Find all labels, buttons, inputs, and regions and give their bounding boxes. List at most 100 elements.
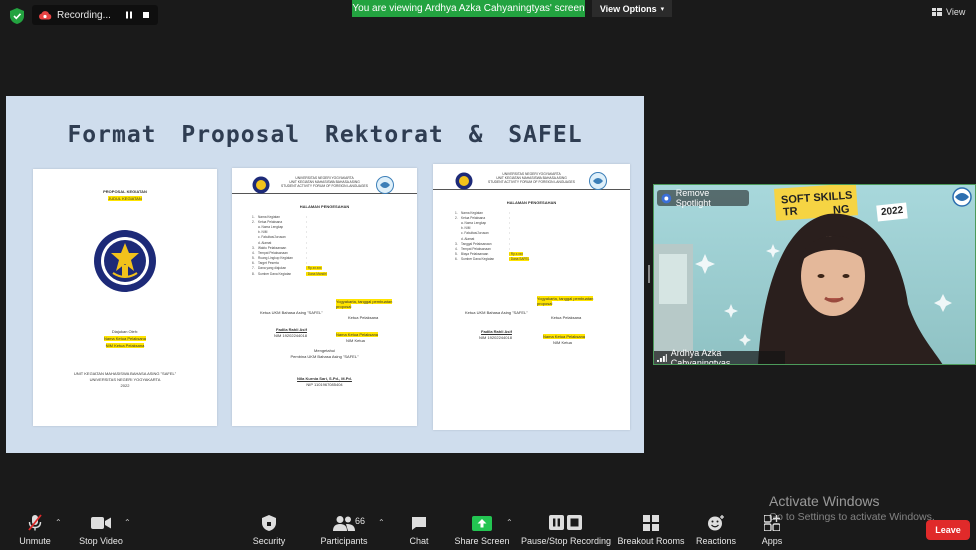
field-row: 7. Dana yang diajukan: Rp.xx.xxx [252, 266, 327, 271]
approval-sig2-nim: NIM Ketua [346, 338, 365, 343]
approval-ketua-ukm: Ketua UKM Bahasa Asing "SAFEL" [465, 310, 528, 315]
share-options-chevron-icon[interactable]: ⌃ [506, 518, 513, 527]
approval-place-date-wrap: Yogyakarta, tanggal pembuatan proposal [537, 296, 601, 307]
approval-field-list: 1. Nama Kegiatan:2. Ketua Pelaksana: a. Nam… [455, 210, 530, 262]
approval-place-date: Yogyakarta, tanggal pembuatan proposal [537, 296, 594, 307]
approval-sig2-wrap: Nama Ketua Pelaksana [336, 332, 379, 337]
field-label: c. Fakultas/Jurusan [258, 235, 286, 240]
field-value: : [306, 235, 307, 240]
participants-label: Participants [320, 536, 368, 546]
recording-label: Recording... [57, 9, 111, 21]
viewing-screen-banner: You are viewing Ardhya Azka Cahyaningtya… [352, 0, 585, 17]
view-options-button[interactable]: View Options ▾ [592, 0, 672, 17]
field-label: Nama Kegiatan [258, 214, 280, 219]
field-value: : [509, 246, 510, 251]
panel-resize-handle[interactable] [648, 265, 650, 283]
apps-button[interactable]: Apps [732, 514, 812, 546]
unmute-label: Unmute [19, 536, 51, 546]
pause-stop-recording-button[interactable]: Pause/Stop Recording [521, 514, 611, 546]
apps-label: Apps [761, 536, 783, 546]
approval-sig1-name: Fadila Rahli Asif [276, 327, 307, 332]
share-screen-label: Share Screen [454, 536, 510, 546]
field-label: d. Alamat [461, 236, 475, 241]
pause-stop-recording-label: Pause/Stop Recording [520, 536, 612, 546]
spotlight-video-tile[interactable]: SOFT SKILLS TR NG 2022 Remove Spotlight … [653, 184, 976, 365]
field-value: : [509, 226, 510, 231]
approval-sig2-nim: NIM Ketua [553, 340, 572, 345]
grid-view-icon [932, 8, 942, 16]
security-shield-icon[interactable] [10, 8, 24, 24]
field-label: Waktu Pelaksanaan [258, 245, 287, 250]
uny-logo-icon [94, 230, 156, 292]
participants-button[interactable]: Participants [304, 514, 384, 546]
remove-spotlight-button[interactable]: Remove Spotlight [657, 188, 749, 208]
slide-title: Format Proposal Rektorat & SAFEL [67, 122, 583, 148]
pause-recording-icon[interactable] [123, 9, 135, 21]
pause-stop-recording-icon [548, 514, 584, 532]
field-value: : [509, 210, 510, 215]
stop-video-label: Stop Video [79, 536, 123, 546]
field-value: : [306, 224, 307, 229]
approval-field-list: 1. Nama Kegiatan:2. Ketua Pelaksana: a. Nam… [252, 214, 327, 276]
shield-icon [257, 514, 281, 532]
approval-page-safel: UNIVERSITAS NEGERI YOGYAKARTA UNIT KEGIA… [433, 164, 630, 430]
microphone-muted-icon [23, 514, 47, 532]
security-button[interactable]: Security [229, 514, 309, 546]
field-label: c. Fakultas/Jurusan [461, 231, 489, 236]
approval-sig1-nim: NIM 19202244018 [274, 333, 307, 338]
video-banner-line2: TR [782, 205, 799, 219]
video-options-chevron-icon[interactable]: ⌃ [124, 518, 131, 527]
approval-sig2-name: Nama Ketua Pelaksana [543, 334, 586, 339]
approval-place-date-wrap: Yogyakarta, tanggal pembuatan proposal [336, 299, 396, 310]
field-label: Nama Kegiatan [461, 210, 483, 215]
field-value: : Rp.x.xxx [509, 252, 523, 257]
proposal-cover-page: PROPOSAL KEGIATAN JUDUL KEGIATAN Diajuka… [33, 169, 217, 426]
approval-sig1-nim: NIM 19202244018 [479, 335, 512, 340]
field-label: Tempat Pelaksanaan [258, 250, 288, 255]
field-value: : [509, 236, 510, 241]
field-value: : [509, 220, 510, 225]
participants-icon [332, 514, 356, 532]
shared-screen: Format Proposal Rektorat & SAFEL PROPOSA… [6, 96, 644, 453]
cover-diajukan: Diajukan Oleh: [111, 329, 139, 334]
cover-footer-year: 2022 [120, 383, 130, 388]
field-label: Ruang Lingkup Kegiatan [258, 256, 293, 261]
video-banner-line3: NG [832, 203, 850, 217]
video-camera-icon [89, 514, 113, 532]
stop-recording-icon[interactable] [140, 9, 152, 21]
view-button[interactable]: View [932, 7, 965, 17]
participant-name: Ardhya Azka Cahyaningtyas [670, 348, 731, 365]
chevron-down-icon: ▾ [660, 5, 665, 13]
field-label: Ketua Pelaksana [461, 215, 486, 220]
field-value: : [306, 245, 307, 250]
approval-place-date: Yogyakarta, tanggal pembuatan proposal [336, 299, 393, 310]
cloud-recording-icon [39, 11, 52, 20]
approval-page-rektorat: UNIVERSITAS NEGERI YOGYAKARTA UNIT KEGIA… [232, 168, 417, 426]
cover-nim-wrap: NIM Ketua Pelaksana [33, 343, 217, 348]
cover-heading: PROPOSAL KEGIATAN [103, 189, 147, 194]
field-label: d. Alamat [258, 240, 272, 245]
breakout-rooms-label: Breakout Rooms [617, 536, 685, 546]
safel-logo-icon [589, 172, 607, 190]
field-label: Tanggal Pelaksanaan [461, 241, 492, 246]
letterhead: UNIVERSITAS NEGERI YOGYAKARTA UNIT KEGIA… [433, 164, 630, 190]
field-value: : [306, 240, 307, 245]
field-label: Ketua Pelaksana [258, 219, 283, 224]
field-label: Target Peserta [258, 261, 279, 266]
approval-title: HALAMAN PENGESAHAN [506, 200, 557, 205]
safel-logo-icon [376, 176, 394, 194]
field-value: : [306, 230, 307, 235]
leave-button[interactable]: Leave [926, 520, 970, 540]
approval-ketua-pelaksana: Ketua Pelaksana [551, 315, 582, 320]
field-value: : [306, 261, 307, 266]
video-banner-year: 2022 [880, 204, 904, 219]
field-label: Tempat Pelaksanaan [461, 246, 491, 251]
field-value: : [306, 219, 307, 224]
approval-title: HALAMAN PENGESAHAN [299, 204, 350, 209]
cover-subheading-wrap: JUDUL KEGIATAN [33, 196, 217, 201]
chat-bubble-icon [407, 514, 431, 532]
field-label: Sumber Dana Kegiatan [258, 271, 292, 276]
field-row: 6. Sumber Dana Kegiatan: Dana SAFEL [455, 257, 530, 262]
field-value: : [509, 215, 510, 220]
chat-label: Chat [409, 536, 429, 546]
